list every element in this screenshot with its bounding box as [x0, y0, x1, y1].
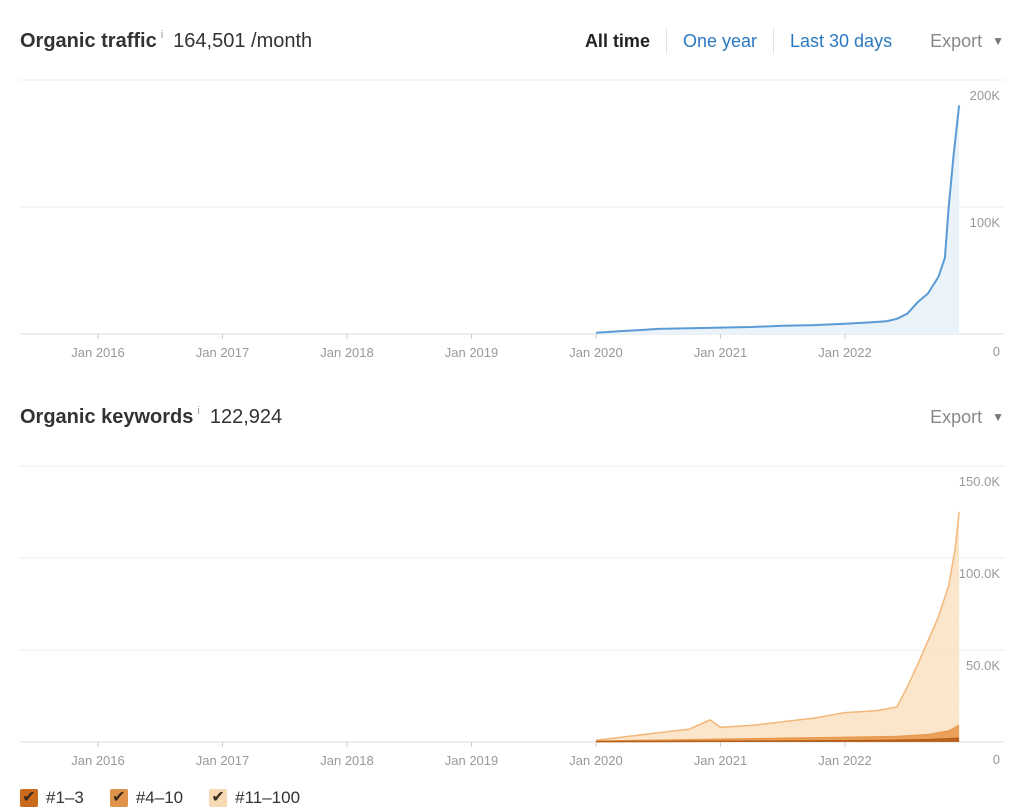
- checkbox-icon[interactable]: ✔: [109, 789, 128, 807]
- legend-item-4-10[interactable]: ✔ #4–10: [109, 788, 184, 808]
- x-tick-label: Jan 2017: [196, 753, 250, 768]
- x-tick-label: Jan 2022: [818, 753, 872, 768]
- series-11-100-area: [596, 512, 960, 742]
- y-tick-label: 100.0K: [959, 566, 1001, 581]
- legend-label: #11–100: [235, 788, 301, 807]
- checkbox-icon[interactable]: ✔: [209, 789, 228, 807]
- organic-keywords-chart: 150.0K 100.0K 50.0K 0 Jan 2016 Jan 2017 Jan 20…: [20, 465, 1004, 768]
- x-tick-label: Jan 2016: [71, 753, 125, 768]
- y-tick-label: 50.0K: [966, 658, 1000, 673]
- x-tick-label: Jan 2021: [694, 753, 748, 768]
- checkbox-icon[interactable]: ✔: [20, 789, 38, 807]
- legend-item-11-100[interactable]: ✔ #11–100: [209, 788, 300, 808]
- x-tick-label: Jan 2019: [445, 753, 499, 768]
- keywords-legend: ✔ #1–3 ✔ #4–10 ✔ #11–100: [20, 786, 326, 810]
- legend-label: #1–3: [46, 788, 84, 807]
- y-tick-label: 0: [993, 752, 1000, 767]
- x-tick-label: Jan 2020: [569, 753, 623, 768]
- legend-label: #4–10: [135, 788, 184, 807]
- x-tick-label: Jan 2018: [320, 753, 374, 768]
- legend-item-top3[interactable]: ✔ #1–3: [20, 788, 84, 808]
- y-tick-label: 150.0K: [959, 474, 1001, 489]
